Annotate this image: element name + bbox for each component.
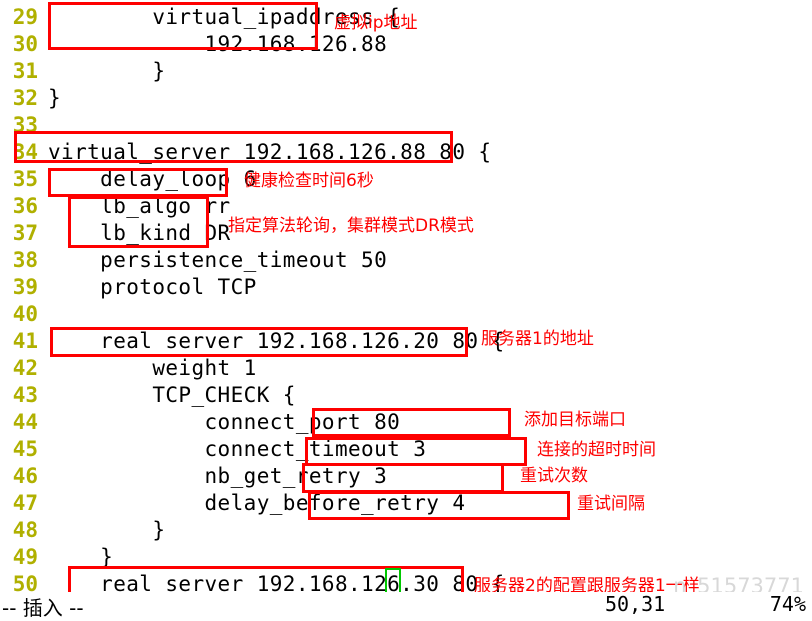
line-number: 37 [12, 221, 38, 245]
annotation-connect-timeout: 连接的超时时间 [537, 440, 656, 460]
line-number: 39 [12, 275, 38, 299]
line-number: 33 [12, 113, 38, 137]
text-cursor [385, 568, 401, 594]
code-line-44[interactable]: 44 connect_port 80 [0, 409, 812, 436]
line-text: connect_timeout 3 [48, 437, 427, 461]
line-number: 44 [12, 410, 38, 434]
line-text: } [48, 59, 166, 83]
line-number: 30 [12, 32, 38, 56]
annotation-virtual-ip: 虚拟ip地址 [334, 13, 418, 33]
code-line-39[interactable]: 39 protocol TCP [0, 274, 812, 301]
line-text: protocol TCP [48, 275, 257, 299]
line-number: 42 [12, 356, 38, 380]
code-line-46[interactable]: 46 nb_get_retry 3 [0, 463, 812, 490]
line-number: 49 [12, 545, 38, 569]
line-number: 47 [12, 491, 38, 515]
line-text: real server 192.168.126.20 80 { [48, 329, 505, 353]
annotation-real-server-1: 服务器1的地址 [481, 329, 594, 349]
annotation-connect-port: 添加目标端口 [524, 410, 626, 430]
line-number: 45 [12, 437, 38, 461]
code-line-43[interactable]: 43 TCP_CHECK { [0, 382, 812, 409]
code-line-47[interactable]: 47 delay_before_retry 4 [0, 490, 812, 517]
code-line-30[interactable]: 30 192.168.126.88 [0, 31, 812, 58]
line-number: 46 [12, 464, 38, 488]
line-text: nb_get_retry 3 [48, 464, 388, 488]
vim-editor-pane[interactable]: 29 virtual_ipaddress {30 192.168.126.88 3… [0, 0, 812, 620]
line-text: 192.168.126.88 [48, 32, 388, 56]
line-text: } [48, 86, 62, 110]
line-number: 32 [12, 86, 38, 110]
vim-status-bar: -- 插入 -- 50,31 74% [0, 592, 812, 620]
line-number: 36 [12, 194, 38, 218]
line-text: lb_algo rr [48, 194, 231, 218]
line-number: 40 [12, 302, 38, 326]
line-text: TCP_CHECK { [48, 383, 296, 407]
line-text: virtual_server 192.168.126.88 80 { [48, 140, 492, 164]
line-text: } [48, 518, 166, 542]
code-line-49[interactable]: 49 } [0, 544, 812, 571]
code-line-38[interactable]: 38 persistence_timeout 50 [0, 247, 812, 274]
line-text: delay_loop 6 [48, 167, 257, 191]
line-text: lb_kind DR [48, 221, 231, 245]
status-file-percent: 74% [769, 592, 806, 616]
line-number: 48 [12, 518, 38, 542]
code-line-33[interactable]: 33 [0, 112, 812, 139]
line-number: 31 [12, 59, 38, 83]
line-number: 41 [12, 329, 38, 353]
line-text: persistence_timeout 50 [48, 248, 388, 272]
line-text: connect_port 80 [48, 410, 401, 434]
line-number: 35 [12, 167, 38, 191]
code-line-35[interactable]: 35 delay_loop 6 [0, 166, 812, 193]
code-line-31[interactable]: 31 } [0, 58, 812, 85]
annotation-delay-before-retry: 重试间隔 [577, 494, 645, 514]
annotation-delay-loop: 健康检查时间6秒 [244, 171, 374, 191]
line-number: 43 [12, 383, 38, 407]
code-line-32[interactable]: 32} [0, 85, 812, 112]
code-line-42[interactable]: 42 weight 1 [0, 355, 812, 382]
code-line-40[interactable]: 40 [0, 301, 812, 328]
annotation-lb-algo: 指定算法轮询，集群模式DR模式 [228, 216, 474, 236]
line-text: } [48, 545, 114, 569]
line-text: delay_before_retry 4 [48, 491, 466, 515]
code-line-45[interactable]: 45 connect_timeout 3 [0, 436, 812, 463]
line-number: 29 [12, 5, 38, 29]
line-text: weight 1 [48, 356, 257, 380]
annotation-nb-get-retry: 重试次数 [520, 466, 588, 486]
status-mode-label: -- 插入 -- [2, 596, 84, 620]
code-line-48[interactable]: 48 } [0, 517, 812, 544]
line-number: 34 [12, 140, 38, 164]
line-number: 38 [12, 248, 38, 272]
status-cursor-position: 50,31 [605, 592, 666, 616]
code-line-34[interactable]: 34 virtual_server 192.168.126.88 80 { [0, 139, 812, 166]
code-line-41[interactable]: 41 real server 192.168.126.20 80 { [0, 328, 812, 355]
